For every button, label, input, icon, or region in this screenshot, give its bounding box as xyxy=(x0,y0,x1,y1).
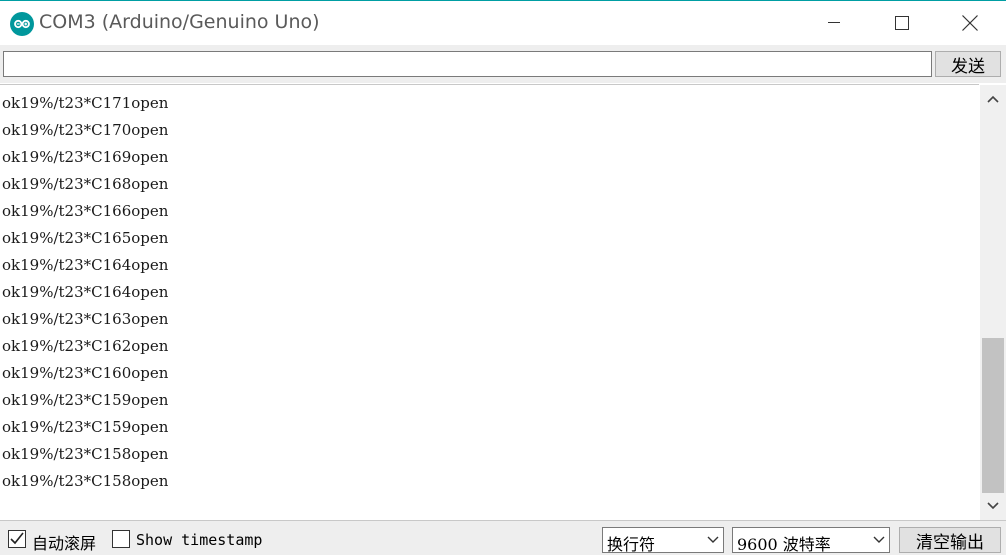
output-line: ok19%/t23*C170open xyxy=(2,121,169,139)
close-button[interactable] xyxy=(936,1,1004,45)
maximize-icon xyxy=(895,16,909,30)
show-timestamp-checkbox[interactable] xyxy=(112,530,130,548)
output-line: ok19%/t23*C165open xyxy=(2,229,169,247)
line-ending-value: 换行符 xyxy=(607,535,656,554)
output-line: ok19%/t23*C159open xyxy=(2,391,169,409)
serial-output[interactable]: ok19%/t23*C171open ok19%/t23*C170open ok19… xyxy=(0,84,979,521)
autoscroll-checkbox[interactable] xyxy=(8,530,26,548)
clear-output-button[interactable]: 清空输出 xyxy=(899,527,1001,553)
output-line: ok19%/t23*C164open xyxy=(2,283,169,301)
scroll-up-button[interactable] xyxy=(980,85,1006,113)
minimize-icon xyxy=(828,22,840,23)
output-line: ok19%/t23*C166open xyxy=(2,202,169,220)
output-line: ok19%/t23*C163open xyxy=(2,310,169,328)
chevron-up-icon xyxy=(987,95,999,103)
maximize-button[interactable] xyxy=(868,1,936,45)
chevron-down-icon xyxy=(873,536,885,543)
output-line: ok19%/t23*C168open xyxy=(2,175,169,193)
footer-bar: 自动滚屏 Show timestamp 换行符 9600 波特率 清空输出 xyxy=(0,520,1006,555)
close-icon xyxy=(962,15,978,31)
checkmark-icon xyxy=(10,532,24,545)
minimize-button[interactable] xyxy=(800,1,868,45)
baud-rate-value: 9600 波特率 xyxy=(737,535,831,554)
scroll-thumb[interactable] xyxy=(982,338,1004,493)
output-line: ok19%/t23*C158open xyxy=(2,445,169,463)
line-ending-select[interactable]: 换行符 xyxy=(602,527,724,554)
output-line: ok19%/t23*C160open xyxy=(2,364,169,382)
window-title: COM3 (Arduino/Genuino Uno) xyxy=(39,11,320,33)
output-line: ok19%/t23*C171open xyxy=(2,94,169,112)
baud-rate-select[interactable]: 9600 波特率 xyxy=(732,527,890,554)
show-timestamp-label: Show timestamp xyxy=(136,531,263,549)
autoscroll-label: 自动滚屏 xyxy=(32,534,97,553)
output-line: ok19%/t23*C158open xyxy=(2,472,169,490)
output-line: ok19%/t23*C159open xyxy=(2,418,169,436)
output-line: ok19%/t23*C164open xyxy=(2,256,169,274)
scroll-down-button[interactable] xyxy=(980,492,1006,520)
send-input[interactable] xyxy=(3,51,932,77)
vertical-scrollbar[interactable] xyxy=(980,85,1006,520)
output-line: ok19%/t23*C169open xyxy=(2,148,169,166)
arduino-logo-icon xyxy=(10,12,34,36)
chevron-down-icon xyxy=(987,502,999,510)
output-line: ok19%/t23*C162open xyxy=(2,337,169,355)
send-button[interactable]: 发送 xyxy=(935,51,1001,77)
send-toolbar: 发送 xyxy=(0,45,1006,83)
chevron-down-icon xyxy=(707,536,719,543)
